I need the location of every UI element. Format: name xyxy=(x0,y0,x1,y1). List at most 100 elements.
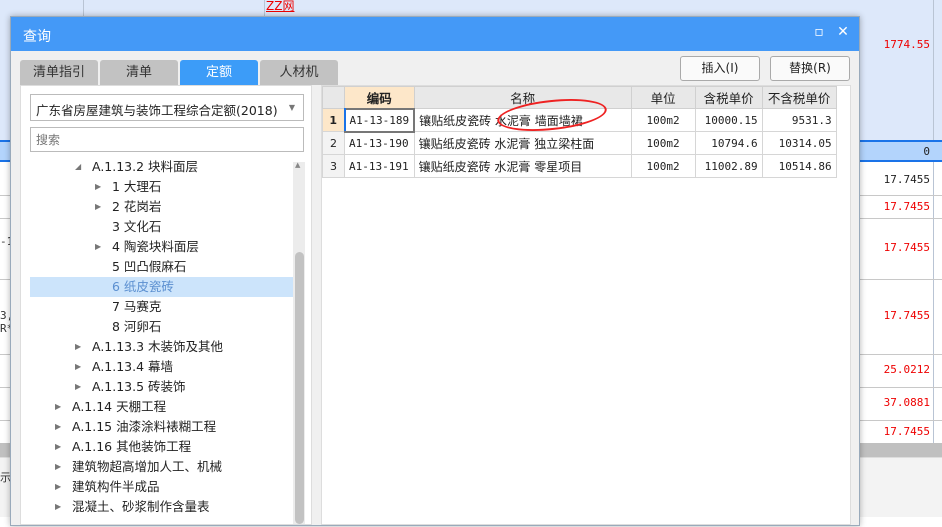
tab-labor-material-machine[interactable]: 人材机 xyxy=(260,60,338,85)
bg-value: 37.0881 xyxy=(883,396,930,409)
table-row[interactable]: 2 A1-13-190 镶贴纸皮瓷砖 水泥膏 独立梁柱面 100m2 10794.6 10… xyxy=(322,131,837,155)
row-index[interactable]: 1 xyxy=(322,108,345,132)
caret-right-icon[interactable]: ▶ xyxy=(55,397,61,417)
tree-node[interactable]: ▶ A.1.13.4 幕墙 xyxy=(30,357,293,377)
tree-node-label: A.1.15 油漆涂料裱糊工程 xyxy=(72,419,217,434)
tree-node-label: A.1.16 其他装饰工程 xyxy=(72,439,192,454)
tree-node-label: 3 文化石 xyxy=(112,219,162,234)
corner-cell xyxy=(322,86,345,109)
caret-right-icon[interactable]: ▶ xyxy=(75,357,81,377)
tree-node-label: 4 陶瓷块料面层 xyxy=(112,239,199,254)
cell-notax-price[interactable]: 10514.86 xyxy=(761,154,837,178)
tab-bar: 清单指引 清单 定额 人材机 xyxy=(20,60,340,85)
row-index[interactable]: 3 xyxy=(322,154,345,178)
tree-node[interactable]: ▶ A.1.15 油漆涂料裱糊工程 xyxy=(30,417,293,437)
tree-node-label: 8 河卵石 xyxy=(112,319,162,334)
caret-right-icon[interactable]: ▶ xyxy=(75,377,81,397)
bg-value: 0 xyxy=(923,145,930,158)
table-row[interactable]: 3 A1-13-191 镶贴纸皮瓷砖 水泥膏 零星项目 100m2 11002.89 10… xyxy=(322,154,837,178)
cell-name[interactable]: 镶贴纸皮瓷砖 水泥膏 零星项目 xyxy=(413,154,632,178)
scrollbar-thumb[interactable] xyxy=(295,252,304,524)
cell-unit[interactable]: 100m2 xyxy=(630,131,696,155)
tree-node[interactable]: ▶ 建筑物超高增加人工、机械 xyxy=(30,457,293,477)
tree-node[interactable]: ▶ A.1.16 其他装饰工程 xyxy=(30,437,293,457)
caret-right-icon[interactable]: ▶ xyxy=(55,417,61,437)
tree-node[interactable]: ▶ A.1.14 天棚工程 xyxy=(30,397,293,417)
tab-quota[interactable]: 定额 xyxy=(180,60,258,85)
tree-node-label: A.1.13.2 块料面层 xyxy=(92,159,199,174)
quota-tree-panel: 广东省房屋建筑与装饰工程综合定额(2018) ▼ ◢ A.1.13.2 块料面层 ▶… xyxy=(20,85,312,525)
replace-button[interactable]: 替换(R) xyxy=(770,56,850,81)
col-notax-price[interactable]: 不含税单价 xyxy=(761,86,837,109)
tree-node-label: 1 大理石 xyxy=(112,179,162,194)
cell-name[interactable]: 镶贴纸皮瓷砖 水泥膏 墙面墙裙 xyxy=(413,108,632,132)
tree-node[interactable]: ▶ 混凝土、砂浆制作含量表 xyxy=(30,497,293,517)
insert-button[interactable]: 插入(I) xyxy=(680,56,760,81)
scroll-up-icon[interactable]: ▲ xyxy=(295,161,300,169)
tree-node[interactable]: ▶ A.1.13.5 砖装饰 xyxy=(30,377,293,397)
cell-unit[interactable]: 100m2 xyxy=(630,154,696,178)
caret-right-icon[interactable]: ▶ xyxy=(55,497,61,517)
cell-tax-price[interactable]: 10000.15 xyxy=(694,108,763,132)
cell-code[interactable]: A1-13-190 xyxy=(344,131,415,155)
caret-right-icon[interactable]: ▶ xyxy=(75,337,81,357)
tree-node-label: 5 凹凸假麻石 xyxy=(112,259,187,274)
caret-right-icon[interactable]: ▶ xyxy=(55,477,61,497)
cell-notax-price[interactable]: 9531.3 xyxy=(761,108,837,132)
cell-code[interactable]: A1-13-189 xyxy=(343,107,416,133)
col-unit[interactable]: 单位 xyxy=(630,86,696,109)
table-row[interactable]: 1 A1-13-189 镶贴纸皮瓷砖 水泥膏 墙面墙裙 100m2 10000.15 95… xyxy=(322,107,837,133)
tree-scrollbar[interactable]: ▲ xyxy=(293,161,305,524)
query-dialog: 查询 ▫ ✕ 清单指引 清单 定额 人材机 插入(I) 替换(R) 广东省房屋建… xyxy=(10,16,860,526)
tree-node-label: A.1.13.4 幕墙 xyxy=(92,359,174,374)
row-index[interactable]: 2 xyxy=(322,131,345,155)
cell-code[interactable]: A1-13-191 xyxy=(344,154,415,178)
dialog-title: 查询 xyxy=(23,29,51,45)
bg-value: 17.7455 xyxy=(883,200,930,213)
col-name[interactable]: 名称 xyxy=(413,86,632,109)
caret-right-icon[interactable]: ▶ xyxy=(95,177,101,197)
tree-node[interactable]: 8 河卵石 xyxy=(30,317,293,337)
tree-node[interactable]: ▶ 1 大理石 xyxy=(30,177,293,197)
tree-node[interactable]: ◢ A.1.13.2 块料面层 xyxy=(30,157,293,177)
tree-node[interactable]: 7 马赛克 xyxy=(30,297,293,317)
dialog-titlebar[interactable]: 查询 ▫ ✕ xyxy=(11,17,859,51)
tree-node-label: 6 纸皮瓷砖 xyxy=(112,279,174,294)
caret-down-icon[interactable]: ◢ xyxy=(75,157,81,177)
close-icon[interactable]: ✕ xyxy=(833,24,853,40)
caret-right-icon[interactable]: ▶ xyxy=(95,197,101,217)
bg-value: 1774.55 xyxy=(883,38,930,51)
tree-node-label: A.1.13.5 砖装饰 xyxy=(92,379,186,394)
cell-tax-price[interactable]: 11002.89 xyxy=(694,154,763,178)
cell-notax-price[interactable]: 10314.05 xyxy=(761,131,837,155)
maximize-icon[interactable]: ▫ xyxy=(809,24,829,40)
col-code[interactable]: 编码 xyxy=(344,86,415,109)
caret-right-icon[interactable]: ▶ xyxy=(55,437,61,457)
cell-name[interactable]: 镶贴纸皮瓷砖 水泥膏 独立梁柱面 xyxy=(413,131,632,155)
grid-header: 编码 名称 单位 含税单价 不含税单价 xyxy=(322,86,837,109)
tab-bill[interactable]: 清单 xyxy=(100,60,178,85)
library-select[interactable]: 广东省房屋建筑与装饰工程综合定额(2018) ▼ xyxy=(30,94,304,121)
tree-node[interactable]: 5 凹凸假麻石 xyxy=(30,257,293,277)
tree-node-label: 建筑构件半成品 xyxy=(72,479,160,494)
cell-tax-price[interactable]: 10794.6 xyxy=(694,131,763,155)
cell-unit[interactable]: 100m2 xyxy=(630,108,696,132)
caret-right-icon[interactable]: ▶ xyxy=(55,457,61,477)
tree-node-label: 混凝土、砂浆制作含量表 xyxy=(72,499,210,514)
tree-node[interactable]: ▶ 4 陶瓷块料面层 xyxy=(30,237,293,257)
tree-node[interactable]: 3 文化石 xyxy=(30,217,293,237)
tab-bill-guide[interactable]: 清单指引 xyxy=(20,60,98,85)
bg-value: 25.0212 xyxy=(883,363,930,376)
search-input[interactable] xyxy=(30,127,304,152)
quota-grid: 编码 名称 单位 含税单价 不含税单价 1 A1-13-189 镶贴纸皮瓷砖 水泥膏… xyxy=(321,85,851,525)
tree-node[interactable]: ▶ 2 花岗岩 xyxy=(30,197,293,217)
tree-node[interactable]: ▶ 建筑构件半成品 xyxy=(30,477,293,497)
bg-link[interactable]: ZZ网 xyxy=(266,0,294,14)
tree-node-label: 7 马赛克 xyxy=(112,299,162,314)
col-tax-price[interactable]: 含税单价 xyxy=(694,86,763,109)
chevron-down-icon: ▼ xyxy=(288,103,295,112)
bg-value: 17.7455 xyxy=(883,425,930,438)
caret-right-icon[interactable]: ▶ xyxy=(95,237,101,257)
tree-node[interactable]: ▶ A.1.13.3 木装饰及其他 xyxy=(30,337,293,357)
tree-node[interactable]: 6 纸皮瓷砖 xyxy=(30,277,293,297)
